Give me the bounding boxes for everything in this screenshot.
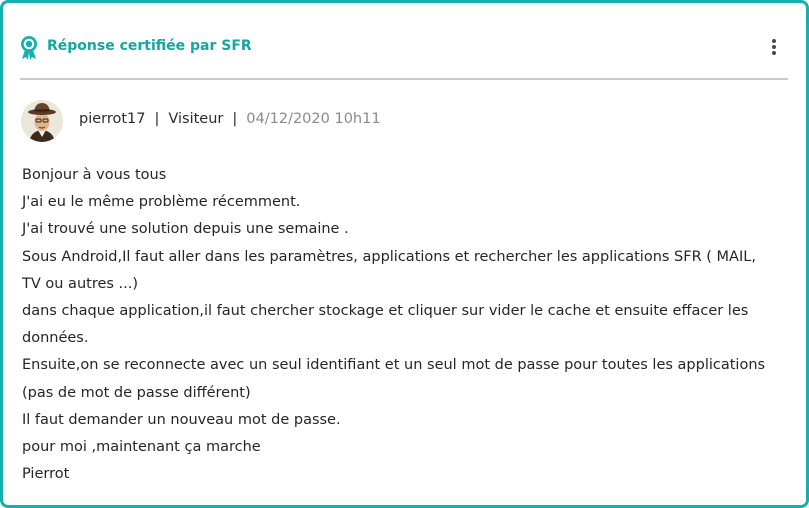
post-line: (pas de mot de passe différent) xyxy=(22,384,251,401)
card-header: Réponse certifiée par SFR xyxy=(19,35,789,61)
author-meta: pierrot17 | Visiteur | 04/12/2020 10h11 xyxy=(79,111,381,127)
more-options-icon[interactable] xyxy=(769,39,779,57)
post-date: 04/12/2020 10h11 xyxy=(246,111,381,127)
award-ribbon-icon xyxy=(19,35,39,61)
meta-separator: | xyxy=(232,111,238,127)
header-divider xyxy=(20,78,788,80)
post-line: Il faut demander un nouveau mot de passe… xyxy=(22,411,341,428)
card-title: Réponse certifiée par SFR xyxy=(47,38,252,54)
author-name-link[interactable]: pierrot17 xyxy=(79,111,146,127)
post-line: TV ou autres ...) xyxy=(22,275,139,292)
post-line: Ensuite,on se reconnecte avec un seul id… xyxy=(22,357,766,374)
post-line: données. xyxy=(22,330,89,347)
post-line: J'ai trouvé une solution depuis une sema… xyxy=(22,221,349,238)
post-line: pour moi ,maintenant ça marche xyxy=(22,439,261,456)
post-line: dans chaque application,il faut chercher… xyxy=(22,303,749,320)
post-body: Bonjour à vous tous J'ai eu le même prob… xyxy=(22,162,792,488)
post-line: Bonjour à vous tous xyxy=(22,167,167,183)
post-line: Sous Android,Il faut aller dans les para… xyxy=(22,248,756,265)
post-line: Pierrot xyxy=(22,466,70,483)
author-row: pierrot17 | Visiteur | 04/12/2020 10h11 xyxy=(21,100,781,142)
post-line: J'ai eu le même problème récemment. xyxy=(22,194,301,211)
author-rank: Visiteur xyxy=(168,111,224,127)
accepted-solution-card: Réponse certifiée par SFR pierrot17 | Visi… xyxy=(0,0,809,508)
meta-separator: | xyxy=(154,111,160,127)
avatar[interactable] xyxy=(21,100,63,142)
